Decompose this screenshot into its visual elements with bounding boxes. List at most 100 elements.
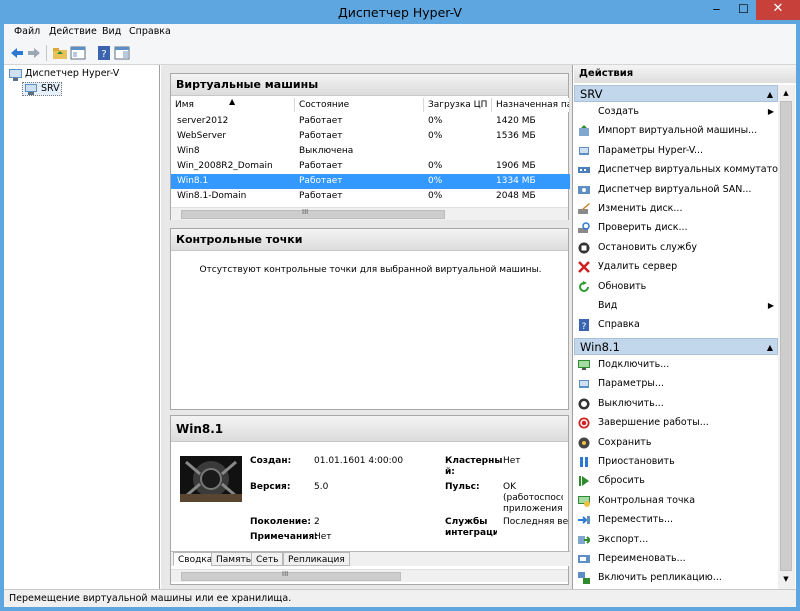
help-book-icon[interactable]: ? (96, 45, 112, 61)
action-label: Приостановить (598, 456, 675, 467)
actions-vertical-scrollbar[interactable]: ▲ ▼ (778, 85, 795, 589)
action-label: Обновить (598, 280, 647, 292)
actions-section-vm-label: Win8.1 (580, 340, 620, 354)
vm-cpu-cell: 0% (428, 116, 443, 126)
actions-scroll-thumb[interactable] (780, 101, 792, 571)
action-item[interactable]: Завершение работы... (574, 414, 778, 432)
action-item[interactable]: Создать ▶ (574, 103, 778, 121)
minimize-button[interactable]: ‒ (703, 0, 730, 20)
heartbeat-value: OK (работоспособны приложения) (503, 482, 563, 514)
action-item[interactable]: Импорт виртуальной машины... (574, 122, 778, 140)
table-row[interactable]: Win_2008R2_Domain Работает 0% 1906 МБ (171, 159, 570, 174)
refresh-icon (578, 280, 590, 293)
toolbar: ? (4, 41, 796, 65)
scroll-up-icon[interactable]: ▲ (780, 89, 792, 99)
action-item[interactable]: Удалить сервер (574, 258, 778, 276)
tab-network[interactable]: Сеть (251, 552, 284, 566)
action-item[interactable]: Включить репликацию... (574, 569, 778, 587)
action-item[interactable]: Диспетчер виртуальной SAN... (574, 181, 778, 199)
vm-settings-icon (578, 378, 590, 390)
show-console-icon[interactable] (70, 45, 86, 61)
vm-name-cell: Win8.1 (177, 176, 209, 186)
tab-replication[interactable]: Репликация (283, 552, 350, 566)
action-label: Выключить... (598, 397, 664, 409)
checkpoints-empty-message: Отсутствуют контрольные точки для выбран… (199, 265, 542, 275)
column-cpu[interactable]: Загрузка ЦП (424, 98, 492, 112)
integration-value: Последняя верси (503, 517, 569, 527)
inspect-disk-icon (578, 222, 590, 234)
column-memory[interactable]: Назначенная пам (492, 98, 570, 112)
table-row[interactable]: Win8.1-Domain Работает 0% 2048 МБ (171, 189, 570, 204)
action-item[interactable]: Параметры Hyper-V... (574, 142, 778, 160)
pause-icon (578, 456, 590, 468)
scroll-down-icon[interactable]: ▼ (780, 575, 792, 585)
vm-mem-cell: 2048 МБ (496, 191, 536, 201)
action-label: Проверить диск... (598, 222, 688, 234)
details-title: Win8.1 (171, 416, 568, 442)
details-scroll-thumb[interactable]: III (181, 570, 401, 581)
shutdown-icon (578, 417, 590, 429)
table-row[interactable]: WebServer Работает 0% 1536 МБ (171, 129, 570, 144)
action-label: Включить репликацию... (598, 572, 722, 584)
actions-pane: Действия SRV ▲ Создать ▶ Импорт виртуальной… (574, 65, 796, 589)
scroll-grip: III (302, 208, 309, 216)
action-item[interactable]: Выключить... (574, 395, 778, 413)
blank-icon (578, 300, 590, 312)
notes-label: Примечания: (250, 532, 318, 542)
tree-root-label: Диспетчер Hyper-V (25, 68, 120, 79)
edit-disk-icon (578, 203, 590, 215)
action-item[interactable]: Сохранить (574, 434, 778, 452)
menu-action[interactable]: Действие (49, 26, 97, 37)
replication-icon (578, 572, 590, 585)
action-item[interactable]: Подключить... (574, 356, 778, 374)
action-item[interactable]: Сбросить (574, 472, 778, 490)
vm-horizontal-scrollbar[interactable]: III (171, 207, 568, 220)
actions-section-vm[interactable]: Win8.1 ▲ (574, 338, 778, 355)
action-item[interactable]: Остановить службу (574, 239, 778, 257)
table-row[interactable]: Win8.1 Работает 0% 1334 МБ (171, 174, 570, 189)
action-item[interactable]: Экспорт... (574, 531, 778, 549)
actions-section-srv[interactable]: SRV ▲ (574, 85, 778, 102)
back-arrow-icon[interactable] (9, 45, 25, 61)
column-state[interactable]: Состояние (295, 98, 424, 112)
action-item[interactable]: Изменить диск... (574, 200, 778, 218)
action-item[interactable]: Параметры... (574, 375, 778, 393)
server-icon (25, 84, 37, 95)
vm-panel: Виртуальные машины Имя ▲ Состояние Загруз… (170, 73, 570, 220)
action-item[interactable]: Контрольная точка (574, 492, 778, 510)
action-label: Экспорт... (598, 533, 649, 545)
column-name[interactable]: Имя ▲ (171, 98, 295, 112)
details-scroll-grip: III (282, 570, 289, 578)
action-pane-icon[interactable] (114, 45, 130, 61)
tree-root[interactable]: Диспетчер Hyper-V (9, 68, 159, 82)
close-button[interactable]: ✕ (756, 0, 800, 20)
table-row[interactable]: Win8 Выключена (171, 144, 570, 159)
svg-text:?: ? (582, 322, 587, 331)
vm-state-cell: Работает (299, 116, 343, 126)
details-tab-strip: Сводка Память Сеть Репликация (171, 551, 570, 566)
menu-help[interactable]: Справка (129, 26, 171, 37)
action-item[interactable]: Проверить диск... (574, 219, 778, 237)
forward-arrow-icon[interactable] (26, 45, 42, 61)
action-item[interactable]: Приостановить (574, 453, 778, 471)
details-horizontal-scrollbar[interactable]: III (171, 569, 568, 582)
menu-view[interactable]: Вид (102, 26, 121, 37)
action-label: Параметры Hyper-V... (598, 144, 704, 156)
vm-state-cell: Выключена (299, 146, 354, 156)
up-folder-icon[interactable] (52, 45, 68, 61)
action-item[interactable]: Переместить... (574, 511, 778, 529)
action-item[interactable]: Переименовать... (574, 550, 778, 568)
action-item[interactable]: ? Справка (574, 316, 778, 334)
table-row[interactable]: server2012 Работает 0% 1420 МБ (171, 114, 570, 129)
maximize-button[interactable]: ☐ (730, 0, 757, 20)
menu-file[interactable]: Файл (14, 26, 40, 37)
action-label: Импорт виртуальной машины... (598, 125, 758, 137)
tab-memory[interactable]: Память (211, 552, 257, 566)
version-value: 5.0 (314, 482, 329, 492)
action-item[interactable]: Вид ▶ (574, 297, 778, 315)
action-item[interactable]: Обновить (574, 278, 778, 296)
vm-scroll-thumb[interactable]: III (181, 208, 445, 219)
action-item[interactable]: Диспетчер виртуальных коммутато... (574, 161, 787, 179)
stop-service-icon (578, 242, 590, 254)
tree-item-srv[interactable]: SRV (22, 82, 62, 96)
